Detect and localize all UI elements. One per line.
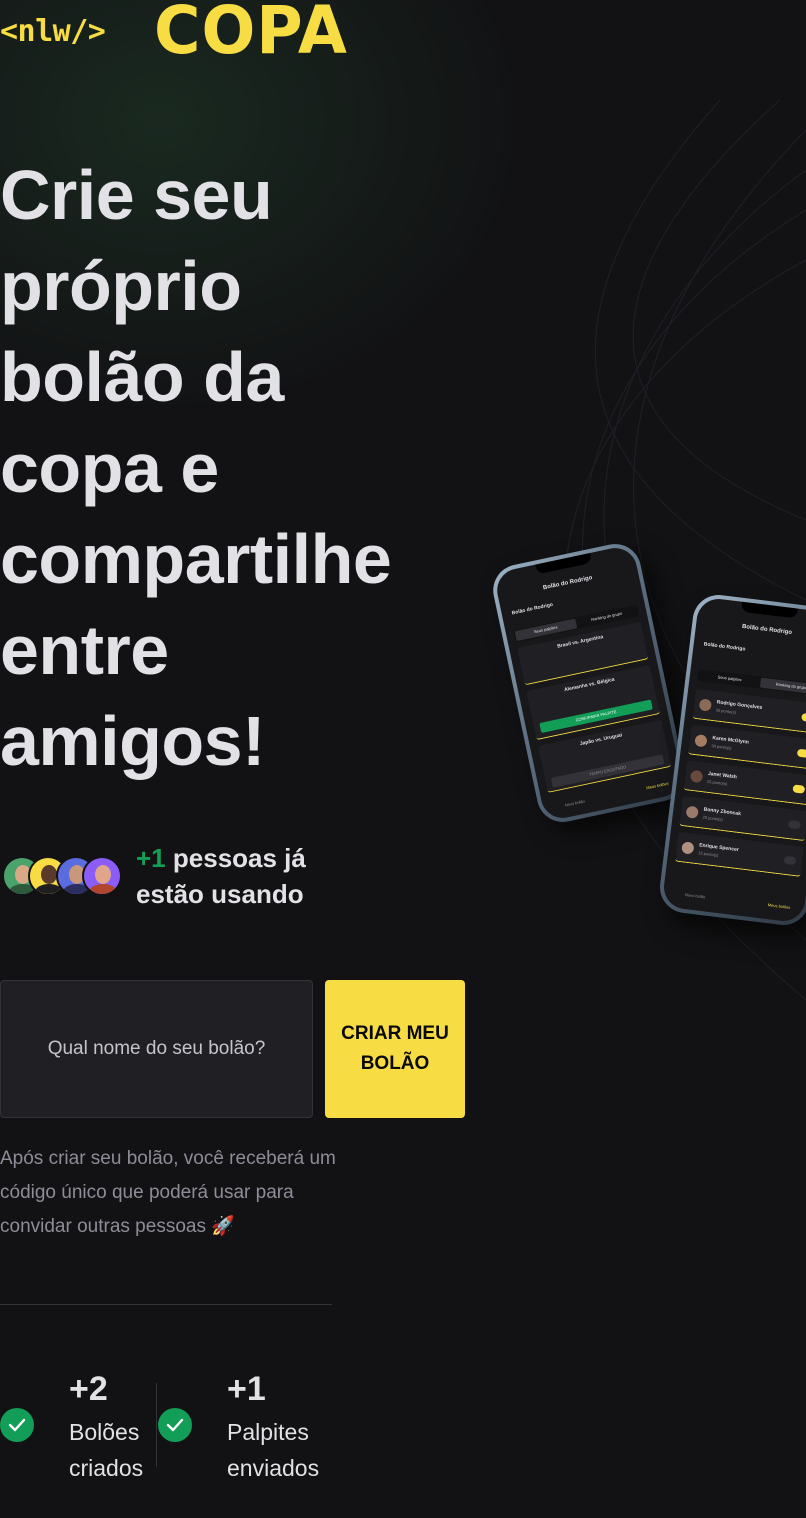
- landing-page: <nlw/> COPA Crie seu próprio bolão da co…: [0, 0, 806, 1518]
- users-count-text: +1 pessoas já estão usando: [136, 840, 356, 912]
- divider: [0, 1304, 332, 1305]
- stat-pools: +2 Bolões criados: [0, 1366, 150, 1481]
- avatar: [82, 856, 122, 896]
- create-pool-button[interactable]: Criar meu bolão: [325, 980, 465, 1118]
- logo-nlw-text: <nlw/>: [0, 14, 106, 49]
- stat-label: Palpites enviados: [227, 1419, 320, 1481]
- check-icon: [0, 1408, 34, 1442]
- hero-headline: Crie seu próprio bolão da copa e compart…: [0, 156, 392, 780]
- logo-copa-text: COPA: [154, 0, 348, 69]
- stat-guesses: +1 Palpites enviados: [158, 1366, 338, 1481]
- phone-front: Bolão do Rodrigo Bolão do Rodrigo Seus p…: [657, 592, 806, 928]
- pool-name-input[interactable]: [0, 980, 313, 1118]
- stat-value: +2: [69, 1370, 108, 1408]
- phone-back: Bolão do Rodrigo Bolão do Rodrigo Seus p…: [488, 539, 690, 827]
- helper-text: Após criar seu bolão, você receberá um c…: [0, 1148, 336, 1237]
- app-preview-image: Bolão do Rodrigo Bolão do Rodrigo Seus p…: [488, 539, 806, 940]
- stat-value: +1: [227, 1370, 266, 1408]
- check-icon: [158, 1408, 192, 1442]
- stat-divider: [156, 1383, 157, 1467]
- users-count: +1: [136, 843, 166, 873]
- user-avatars: [2, 856, 126, 898]
